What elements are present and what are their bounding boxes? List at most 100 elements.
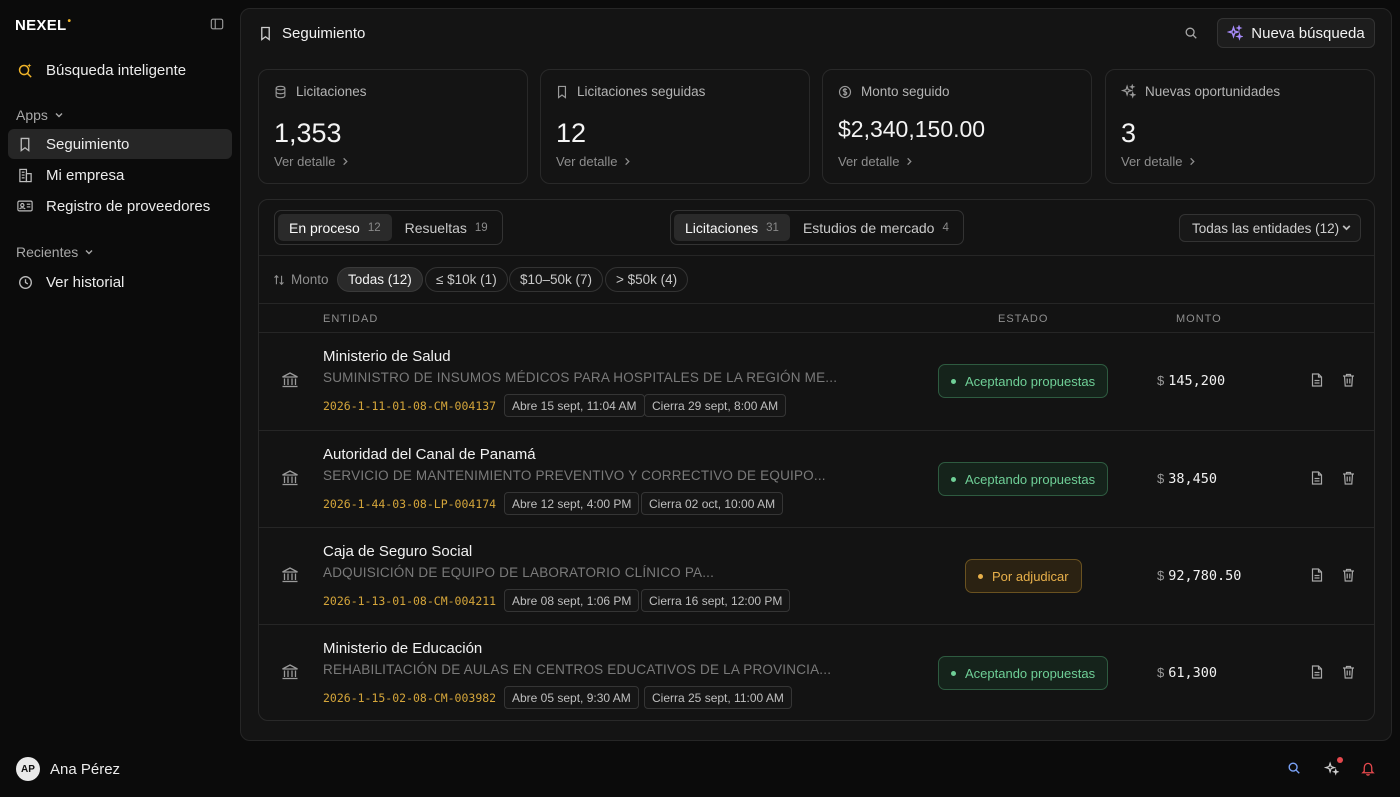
column-header-status[interactable]: ESTADO	[998, 313, 1048, 325]
search-icon[interactable]	[1287, 761, 1301, 775]
type-tabs: Licitaciones 31 Estudios de mercado 4	[670, 210, 964, 245]
tab-count: 12	[367, 221, 381, 234]
closes-date-tag: Cierra 16 sept, 12:00 PM	[641, 589, 791, 612]
government-building-icon	[281, 371, 299, 389]
recent-section-toggle[interactable]: Recientes	[16, 244, 94, 260]
table-row[interactable]: Ministerio de Educación REHABILITACIÓN D…	[259, 625, 1374, 720]
amount-sort-toggle[interactable]: Monto	[273, 272, 329, 287]
chevron-right-icon	[341, 157, 349, 166]
status-badge: Aceptando propuestas	[938, 656, 1109, 690]
sidebar: NEXEL• Búsqueda inteligente Apps Seguimi…	[0, 0, 240, 797]
card-label: Monto seguido	[861, 84, 950, 99]
card-detail-link[interactable]: Ver detalle	[838, 154, 913, 169]
sidebar-item-smart-search[interactable]: Búsqueda inteligente	[8, 55, 232, 85]
stat-card-monto-seguido: Monto seguido $2,340,150.00 Ver detalle	[822, 69, 1092, 184]
new-search-label: Nueva búsqueda	[1251, 24, 1365, 42]
recent-label: Recientes	[16, 244, 79, 260]
amount-chip-under-10k[interactable]: ≤ $10k (1)	[425, 267, 508, 292]
status-badge: Por adjudicar	[965, 559, 1082, 593]
stat-card-licitaciones: Licitaciones 1,353 Ver detalle	[258, 69, 528, 184]
bookmark-icon	[259, 26, 272, 41]
document-icon[interactable]	[1311, 568, 1323, 582]
amount-value: $38,450	[1157, 471, 1218, 487]
logo-mark: •	[67, 16, 72, 27]
user-profile[interactable]: AP Ana Pérez	[16, 757, 120, 781]
bell-icon[interactable]	[1361, 761, 1375, 776]
bookmark-icon	[16, 137, 34, 152]
sidebar-item-registro-proveedores[interactable]: Registro de proveedores	[8, 191, 232, 221]
opens-date-tag: Abre 08 sept, 1:06 PM	[504, 589, 640, 612]
table-row[interactable]: Caja de Seguro Social ADQUISICIÓN DE EQU…	[259, 528, 1374, 625]
entity-name: Ministerio de Educación	[323, 640, 483, 657]
sidebar-item-label: Registro de proveedores	[46, 197, 211, 215]
opens-date-tag: Abre 05 sept, 9:30 AM	[504, 686, 639, 709]
page-title-text: Seguimiento	[282, 25, 366, 42]
chevron-right-icon	[905, 157, 913, 166]
table-row[interactable]: Ministerio de Salud SUMINISTRO DE INSUMO…	[259, 333, 1374, 430]
tab-count: 19	[474, 221, 488, 234]
tab-en-proceso[interactable]: En proceso 12	[278, 214, 392, 241]
sparkle-icon	[1121, 84, 1136, 99]
status-badge: Aceptando propuestas	[938, 364, 1109, 398]
amount-value: $92,780.50	[1157, 568, 1242, 584]
tab-licitaciones[interactable]: Licitaciones 31	[674, 214, 790, 241]
opens-date-tag: Abre 12 sept, 4:00 PM	[504, 492, 640, 515]
trash-icon[interactable]	[1342, 568, 1355, 582]
table-row[interactable]: Autoridad del Canal de Panamá SERVICIO D…	[259, 431, 1374, 528]
entity-name: Autoridad del Canal de Panamá	[323, 446, 536, 463]
sidebar-item-mi-empresa[interactable]: Mi empresa	[8, 160, 232, 190]
apps-section-toggle[interactable]: Apps	[16, 107, 64, 123]
government-building-icon	[281, 469, 299, 487]
document-icon[interactable]	[1311, 373, 1323, 387]
amount-value: $145,200	[1157, 373, 1226, 389]
tab-estudios-mercado[interactable]: Estudios de mercado 4	[792, 214, 960, 241]
closes-date-tag: Cierra 25 sept, 11:00 AM	[644, 686, 792, 709]
card-detail-link[interactable]: Ver detalle	[556, 154, 631, 169]
card-detail-link[interactable]: Ver detalle	[1121, 154, 1196, 169]
sidebar-item-label: Seguimiento	[46, 135, 130, 153]
tender-code: 2026-1-13-01-08-CM-004211	[323, 594, 497, 608]
amount-chip-all[interactable]: Todas (12)	[337, 267, 423, 292]
closes-date-tag: Cierra 02 oct, 10:00 AM	[641, 492, 784, 515]
tender-code: 2026-1-15-02-08-CM-003982	[323, 691, 497, 705]
amount-chip-over-50k[interactable]: > $50k (4)	[605, 267, 689, 292]
sidebar-item-seguimiento[interactable]: Seguimiento	[8, 129, 232, 159]
column-header-amount[interactable]: MONTO	[1176, 313, 1222, 325]
government-building-icon	[281, 663, 299, 681]
database-icon	[274, 85, 287, 99]
sidebar-toggle-icon[interactable]	[210, 17, 224, 31]
search-icon[interactable]	[1184, 26, 1198, 40]
amount-filter-label: Monto	[291, 272, 329, 287]
divider	[259, 303, 1374, 304]
chevron-right-icon	[1188, 157, 1196, 166]
trash-icon[interactable]	[1342, 373, 1355, 387]
sparkle-icon	[1227, 25, 1244, 41]
column-header-entity[interactable]: ENTIDAD	[323, 313, 378, 325]
sparkle-icon[interactable]	[1324, 761, 1339, 776]
sidebar-item-label: Ver historial	[46, 273, 125, 291]
stat-card-licitaciones-seguidas: Licitaciones seguidas 12 Ver detalle	[540, 69, 810, 184]
chevron-right-icon	[623, 157, 631, 166]
card-value: 1,353	[274, 118, 342, 148]
sparkle-search-icon	[16, 62, 34, 79]
bookmark-icon	[556, 85, 568, 99]
stat-card-nuevas-oportunidades: Nuevas oportunidades 3 Ver detalle	[1105, 69, 1375, 184]
entity-filter-select[interactable]: Todas las entidades (12)	[1179, 214, 1361, 242]
document-icon[interactable]	[1311, 471, 1323, 485]
card-detail-link[interactable]: Ver detalle	[274, 154, 349, 169]
card-value: 3	[1121, 118, 1137, 148]
tab-resueltas[interactable]: Resueltas 19	[394, 214, 499, 241]
avatar: AP	[16, 757, 40, 781]
card-label: Licitaciones	[296, 84, 367, 99]
tender-code: 2026-1-11-01-08-CM-004137	[323, 399, 497, 413]
trash-icon[interactable]	[1342, 471, 1355, 485]
amount-chip-10-50k[interactable]: $10–50k (7)	[509, 267, 604, 292]
status-badge: Aceptando propuestas	[938, 462, 1109, 496]
notification-dot	[1337, 757, 1343, 763]
sidebar-item-history[interactable]: Ver historial	[8, 267, 232, 297]
new-search-button[interactable]: Nueva búsqueda	[1217, 18, 1375, 48]
logo[interactable]: NEXEL•	[15, 16, 72, 34]
trash-icon[interactable]	[1342, 665, 1355, 679]
document-icon[interactable]	[1311, 665, 1323, 679]
entity-name: Caja de Seguro Social	[323, 543, 473, 560]
